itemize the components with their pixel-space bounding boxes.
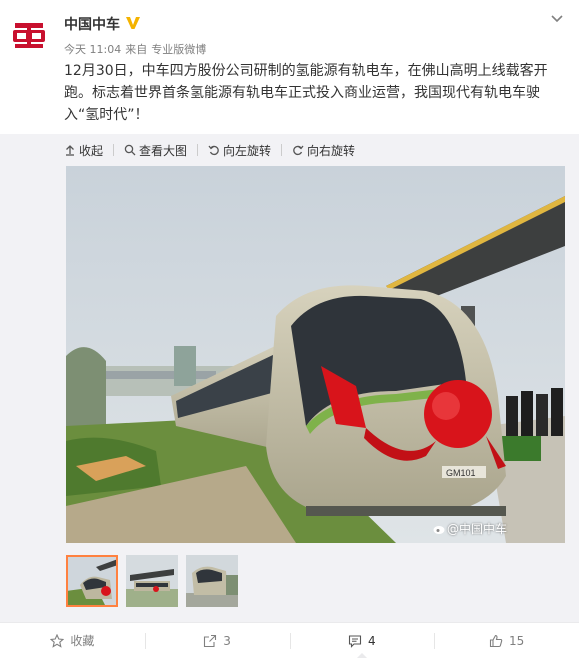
post-actions: 收藏 3 4 15 bbox=[0, 622, 579, 658]
weibo-logo-icon bbox=[433, 525, 445, 534]
thumbnail-image bbox=[66, 555, 118, 607]
share-icon bbox=[204, 634, 217, 647]
post-time[interactable]: 今天 11:04 bbox=[64, 43, 121, 56]
chevron-down-icon[interactable] bbox=[549, 10, 565, 26]
rotate-left-label: 向左旋转 bbox=[223, 143, 272, 158]
comment-icon bbox=[348, 634, 362, 648]
main-photo[interactable]: GM101 @中国中车 bbox=[66, 166, 565, 543]
favorite-button[interactable]: 收藏 bbox=[0, 623, 145, 658]
view-large-label: 查看大图 bbox=[139, 143, 188, 158]
thumbnail-1[interactable] bbox=[66, 555, 118, 607]
post-text: 12月30日，中车四方股份公司研制的氢能源有轨电车，在佛山高明上线载客开跑。标志… bbox=[64, 63, 548, 123]
user-avatar[interactable] bbox=[12, 18, 46, 52]
favorite-label: 收藏 bbox=[70, 634, 95, 648]
hydrogen-tram-image: GM101 bbox=[66, 166, 565, 543]
like-button[interactable]: 15 bbox=[434, 623, 579, 658]
crrc-logo-icon bbox=[13, 23, 45, 48]
username[interactable]: 中国中车 bbox=[64, 14, 120, 34]
weibo-post-card: 中国中车 今天 11:04 来自 专业版微博 12月30日，中车四方股份公司研制的氢… bbox=[0, 0, 579, 658]
thumbnail-strip bbox=[66, 555, 246, 607]
post-meta: 今天 11:04 来自 专业版微博 bbox=[64, 41, 210, 57]
repost-count: 3 bbox=[223, 633, 231, 648]
star-icon bbox=[50, 633, 65, 648]
search-icon bbox=[124, 144, 136, 156]
thumbnail-image bbox=[126, 555, 178, 607]
watermark-text: @中国中车 bbox=[446, 522, 507, 536]
verified-badge-icon bbox=[124, 14, 142, 32]
media-toolbar: 收起 查看大图 向左旋转 向右旋转 bbox=[64, 141, 355, 159]
rotate-right-label: 向右旋转 bbox=[307, 143, 356, 158]
thumbs-up-icon bbox=[489, 634, 503, 647]
collapse-label: 收起 bbox=[79, 143, 104, 158]
rotate-right-icon bbox=[293, 145, 304, 156]
rotate-left-button[interactable]: 向左旋转 bbox=[208, 142, 271, 159]
rotate-left-icon bbox=[208, 145, 219, 156]
thumbnail-3[interactable] bbox=[186, 555, 238, 607]
thumbnail-image bbox=[186, 555, 238, 607]
toolbar-divider bbox=[197, 144, 199, 156]
repost-button[interactable]: 3 bbox=[144, 623, 290, 658]
thumbnail-2[interactable] bbox=[126, 555, 178, 607]
source-prefix: 来自 bbox=[125, 43, 148, 56]
view-large-button[interactable]: 查看大图 bbox=[124, 142, 187, 159]
tram-plate: GM101 bbox=[446, 468, 476, 478]
comment-button[interactable]: 4 bbox=[289, 623, 435, 658]
rotate-right-button[interactable]: 向右旋转 bbox=[292, 142, 355, 159]
collapse-button[interactable]: 收起 bbox=[64, 142, 103, 159]
toolbar-divider bbox=[281, 144, 283, 156]
active-caret bbox=[355, 653, 368, 658]
like-count: 15 bbox=[508, 633, 525, 648]
comment-count: 4 bbox=[368, 633, 376, 648]
arrow-up-icon bbox=[66, 145, 74, 156]
post-source[interactable]: 专业版微博 bbox=[151, 43, 206, 56]
photo-watermark: @中国中车 bbox=[433, 520, 507, 537]
toolbar-divider bbox=[113, 144, 115, 156]
